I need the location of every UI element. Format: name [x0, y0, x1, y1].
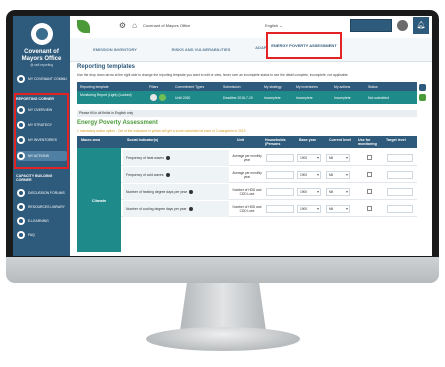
- table-row: Number of heating degree days per year N…: [121, 184, 417, 200]
- tab-emission-inventory[interactable]: EMISSION INVENTORY: [80, 41, 150, 58]
- faq-icon: [17, 231, 25, 239]
- target-level-input[interactable]: [387, 154, 413, 162]
- current-level-select[interactable]: Mil: [326, 154, 350, 162]
- reporting-table-header: Reporting template Pillars Commitment Ty…: [77, 82, 417, 91]
- households-input[interactable]: [266, 154, 294, 162]
- reporting-templates-heading: Reporting templates: [77, 64, 136, 70]
- community-icon: [17, 75, 25, 83]
- base-year-select[interactable]: 1900: [297, 188, 321, 196]
- table-row: Frequency of heat waves Average per mont…: [121, 150, 417, 166]
- elearning-icon: [17, 217, 25, 225]
- sidebar-section-capacity: CAPACITY BUILDING CORNER: [16, 174, 53, 182]
- app-logo-icon[interactable]: [31, 23, 53, 45]
- english-only-note: Please fill in all fields in English onl…: [77, 110, 417, 117]
- monitoring-checkbox[interactable]: [367, 206, 372, 211]
- sidebar-item-library[interactable]: RESOURCES LIBRARY: [17, 202, 67, 212]
- monitoring-checkbox[interactable]: [367, 189, 372, 194]
- info-icon[interactable]: [188, 207, 193, 211]
- breadcrumb-title[interactable]: Covenant of Mayors Office: [143, 23, 190, 28]
- leaf-logo-icon[interactable]: [77, 20, 90, 33]
- info-icon[interactable]: [188, 190, 193, 194]
- template-select[interactable]: Monitoring Report (Light) (Locked): [80, 93, 142, 97]
- base-year-select[interactable]: 1900: [297, 154, 321, 162]
- pillar-icon: [159, 94, 166, 101]
- pillar-icon: [150, 94, 157, 101]
- search-box[interactable]: [350, 19, 392, 32]
- tab-energy-poverty[interactable]: ENERGY POVERTY ASSESSMENT: [270, 36, 338, 55]
- highlight-box-reporting: [14, 93, 69, 169]
- table-row: Frequency of cold waves Average per mont…: [121, 167, 417, 183]
- table-row: Number of cooling degree days per year N…: [121, 201, 417, 217]
- epa-table-body: Climate Frequency of heat waves Average …: [77, 148, 417, 252]
- sidebar-item-elearning[interactable]: E-LEARNING: [17, 216, 67, 226]
- forums-icon: [17, 189, 25, 197]
- reporting-table-row[interactable]: Monitoring Report (Light) (Locked) Until…: [77, 91, 417, 104]
- monitor-stand-neck: [180, 283, 266, 331]
- user-avatar-icon[interactable]: [397, 20, 408, 31]
- monitor-stand-base: [146, 327, 300, 351]
- energy-poverty-heading: Energy Poverty Assessment: [77, 120, 158, 126]
- macro-area-cell: Climate: [77, 148, 121, 252]
- app-subtitle: @ self-reporting: [30, 63, 53, 67]
- sidebar: Covenant of Mayors Office @ self-reporti…: [13, 16, 70, 256]
- target-level-input[interactable]: [387, 188, 413, 196]
- households-input[interactable]: [266, 171, 294, 179]
- tab-bar: EMISSION INVENTORY RISKS AND VULNERABILI…: [70, 38, 432, 62]
- top-bar: ⚙ ⌂ Covenant of Mayors Office English ⌄ …: [70, 16, 432, 38]
- epa-table-header: Macro area Social Indicator(s) Unit Hous…: [77, 136, 417, 148]
- gear-icon[interactable]: ⚙: [118, 21, 127, 30]
- app-name: Covenant of Mayors Office: [21, 49, 62, 62]
- screen: Covenant of Mayors Office @ self-reporti…: [13, 16, 432, 256]
- mandatory-note: 1 mandatory action option - Out of the i…: [77, 129, 246, 133]
- submit-button[interactable]: [419, 94, 426, 101]
- sidebar-item-community[interactable]: MY COVENANT COMMUNITY: [17, 74, 67, 84]
- monitoring-checkbox[interactable]: [367, 155, 372, 160]
- home-icon[interactable]: ⌂: [130, 21, 139, 30]
- target-level-input[interactable]: [387, 171, 413, 179]
- current-level-select[interactable]: Mil: [326, 188, 350, 196]
- base-year-select[interactable]: 1900: [297, 205, 321, 213]
- target-level-input[interactable]: [387, 205, 413, 213]
- highlight-box-energy-poverty: ENERGY POVERTY ASSESSMENT: [266, 32, 342, 59]
- current-level-select[interactable]: Mil: [326, 171, 350, 179]
- sidebar-item-faq[interactable]: FAQ: [17, 230, 67, 240]
- households-input[interactable]: [266, 205, 294, 213]
- sidebar-item-forums[interactable]: DISCUSSION FORUMS: [17, 188, 67, 198]
- library-icon: [17, 203, 25, 211]
- info-icon[interactable]: [165, 173, 170, 177]
- reporting-hint: Use the drop down arrow at the right sid…: [77, 73, 348, 77]
- language-select[interactable]: English ⌄: [265, 23, 283, 28]
- current-level-select[interactable]: Mil: [326, 205, 350, 213]
- monitor-chin: [6, 257, 439, 283]
- monitoring-checkbox[interactable]: [367, 172, 372, 177]
- tab-risks-vulnerabilities[interactable]: RISKS AND VULNERABILITIES: [166, 41, 236, 58]
- base-year-select[interactable]: 1900: [297, 171, 321, 179]
- add-template-button[interactable]: [419, 84, 426, 91]
- notification-bell-icon[interactable]: 🔔︎: [413, 17, 429, 34]
- households-input[interactable]: [266, 188, 294, 196]
- info-icon[interactable]: [165, 156, 170, 160]
